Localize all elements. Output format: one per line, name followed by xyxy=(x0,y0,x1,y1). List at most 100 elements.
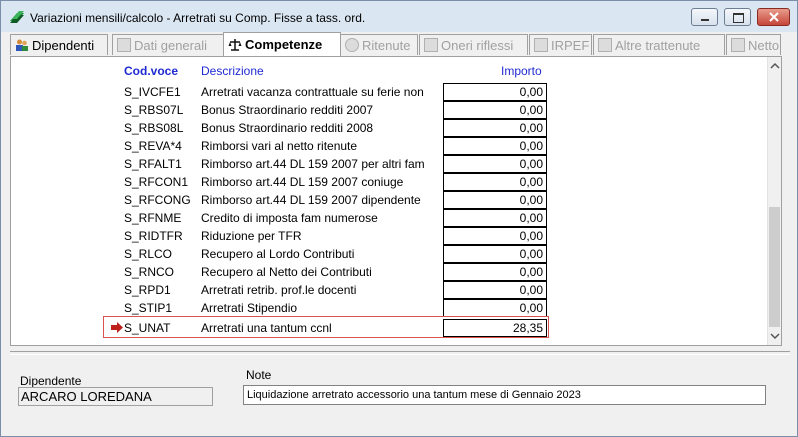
separator xyxy=(10,351,790,355)
row-code: S_REVA*4 xyxy=(124,139,182,153)
table-row[interactable]: S_RBS08L Bonus Straordinario redditi 200… xyxy=(11,119,766,137)
table-row[interactable]: S_RBS07L Bonus Straordinario redditi 200… xyxy=(11,101,766,119)
row-code: S_STIP1 xyxy=(124,301,173,315)
table-row[interactable]: S_RPD1 Arretrati retrib. prof.le docenti… xyxy=(11,281,766,299)
row-amount-input[interactable]: 0,00 xyxy=(443,83,547,101)
close-button[interactable] xyxy=(757,8,790,26)
row-amount-input[interactable]: 0,00 xyxy=(443,227,547,245)
row-amount-input[interactable]: 28,35 xyxy=(443,319,547,337)
maximize-icon xyxy=(733,13,744,23)
row-amount-input[interactable]: 0,00 xyxy=(443,263,547,281)
row-code: S_RLCO xyxy=(124,247,173,261)
minimize-button[interactable] xyxy=(691,8,718,26)
competenze-list: Cod.voce Descrizione Importo S_IVCFE1 Ar… xyxy=(11,57,766,345)
tab-label: Dipendenti xyxy=(32,37,95,53)
row-amount-input[interactable]: 0,00 xyxy=(443,281,547,299)
form-icon xyxy=(731,38,745,52)
row-amount-input[interactable]: 0,00 xyxy=(443,101,547,119)
form-icon xyxy=(598,38,612,52)
current-row-arrow-icon xyxy=(111,322,123,333)
row-description: Rimborso art.44 DL 159 2007 per altri fa… xyxy=(201,157,425,171)
app-icon xyxy=(10,11,24,23)
row-description: Rimborsi vari al netto ritenute xyxy=(201,139,358,153)
row-description: Bonus Straordinario redditi 2008 xyxy=(201,121,374,135)
row-description: Bonus Straordinario redditi 2007 xyxy=(201,103,374,117)
form-icon xyxy=(117,38,131,52)
note-label: Note xyxy=(246,368,272,382)
table-row[interactable]: S_RFNME Credito di imposta fam numerose … xyxy=(11,209,766,227)
people-icon xyxy=(16,39,28,51)
tab-altre-trattenute[interactable]: Altre trattenute xyxy=(593,34,725,55)
row-code: S_RPD1 xyxy=(124,283,171,297)
row-description: Arretrati retrib. prof.le docenti xyxy=(201,283,357,297)
row-amount-input[interactable]: 0,00 xyxy=(443,299,547,317)
employee-field: ARCARO LOREDANA xyxy=(18,387,213,406)
scrollbar-thumb[interactable] xyxy=(769,207,780,327)
row-description: Rimborso art.44 DL 159 2007 dipendente xyxy=(201,193,421,207)
row-description: Arretrati vacanza contrattuale su ferie … xyxy=(201,85,424,99)
title-bar[interactable]: Variazioni mensili/calcolo - Arretrati s… xyxy=(1,1,797,32)
table-row[interactable]: S_RFALT1 Rimborso art.44 DL 159 2007 per… xyxy=(11,155,766,173)
app-window: Variazioni mensili/calcolo - Arretrati s… xyxy=(0,0,798,437)
tab-irpef[interactable]: IRPEF xyxy=(529,34,592,55)
close-icon xyxy=(769,12,779,22)
maximize-button[interactable] xyxy=(724,8,751,26)
row-amount-input[interactable]: 0,00 xyxy=(443,209,547,227)
row-amount-input[interactable]: 0,00 xyxy=(443,119,547,137)
form-icon xyxy=(534,38,548,52)
tab-label: Dati generali xyxy=(134,37,207,53)
table-row[interactable]: S_RIDTFR Riduzione per TFR 0,00 xyxy=(11,227,766,245)
column-header-code: Cod.voce xyxy=(124,64,179,78)
balance-icon xyxy=(228,38,242,51)
table-row-selected[interactable]: S_UNAT Arretrati una tantum ccnl 28,35 xyxy=(11,316,766,338)
table-row[interactable]: S_RLCO Recupero al Lordo Contributi 0,00 xyxy=(11,245,766,263)
tab-competenze[interactable]: Competenze xyxy=(223,32,341,56)
row-code: S_RFNME xyxy=(124,211,182,225)
scroll-up-arrow-icon[interactable] xyxy=(768,59,782,73)
tab-label: Competenze xyxy=(245,37,323,52)
tab-ritenute[interactable]: Ritenute xyxy=(340,34,418,55)
row-code: S_RFALT1 xyxy=(124,157,182,171)
scroll-down-arrow-icon[interactable] xyxy=(768,329,782,343)
row-code: S_UNAT xyxy=(124,321,171,335)
row-description: Arretrati una tantum ccnl xyxy=(201,321,332,335)
table-row[interactable]: S_STIP1 Arretrati Stipendio 0,00 xyxy=(11,299,766,317)
employee-label: Dipendente xyxy=(20,374,82,388)
row-description: Riduzione per TFR xyxy=(201,229,302,243)
tab-label: IRPEF xyxy=(551,37,590,53)
tab-strip: Dipendenti Dati generali Competenze Rite… xyxy=(10,32,781,56)
column-header-description: Descrizione xyxy=(201,64,264,78)
table-row[interactable]: S_REVA*4 Rimborsi vari al netto ritenute… xyxy=(11,137,766,155)
row-amount-input[interactable]: 0,00 xyxy=(443,155,547,173)
tab-dipendenti[interactable]: Dipendenti xyxy=(10,34,108,55)
window-title: Variazioni mensili/calcolo - Arretrati s… xyxy=(30,11,366,25)
row-amount-input[interactable]: 0,00 xyxy=(443,173,547,191)
row-description: Recupero al Netto dei Contributi xyxy=(201,265,372,279)
tab-oneri-riflessi[interactable]: Oneri riflessi xyxy=(419,34,528,55)
tab-dati-generali[interactable]: Dati generali xyxy=(112,34,224,55)
tab-netto[interactable]: Netto xyxy=(726,34,781,55)
tab-label: Oneri riflessi xyxy=(441,37,514,53)
table-row[interactable]: S_IVCFE1 Arretrati vacanza contrattuale … xyxy=(11,83,766,101)
row-code: S_IVCFE1 xyxy=(124,85,181,99)
row-code: S_RFCON1 xyxy=(124,175,189,189)
row-amount-input[interactable]: 0,00 xyxy=(443,191,547,209)
table-row[interactable]: S_RFCONG Rimborso art.44 DL 159 2007 dip… xyxy=(11,191,766,209)
row-description: Recupero al Lordo Contributi xyxy=(201,247,355,261)
vertical-scrollbar[interactable] xyxy=(767,57,781,345)
row-code: S_RBS07L xyxy=(124,103,184,117)
minimize-icon xyxy=(701,19,709,21)
table-row[interactable]: S_RFCON1 Rimborso art.44 DL 159 2007 con… xyxy=(11,173,766,191)
tab-label: Altre trattenute xyxy=(615,37,701,53)
row-amount-input[interactable]: 0,00 xyxy=(443,137,547,155)
row-code: S_RNCO xyxy=(124,265,175,279)
competenze-panel: Cod.voce Descrizione Importo S_IVCFE1 Ar… xyxy=(10,56,782,346)
row-amount-input[interactable]: 0,00 xyxy=(443,245,547,263)
table-row[interactable]: S_RNCO Recupero al Netto dei Contributi … xyxy=(11,263,766,281)
row-description: Arretrati Stipendio xyxy=(201,301,298,315)
tab-label: Ritenute xyxy=(362,37,411,53)
column-header-amount: Importo xyxy=(501,64,542,78)
note-field[interactable]: Liquidazione arretrato accessorio una ta… xyxy=(243,385,766,405)
row-code: S_RFCONG xyxy=(124,193,191,207)
row-code: S_RIDTFR xyxy=(124,229,183,243)
